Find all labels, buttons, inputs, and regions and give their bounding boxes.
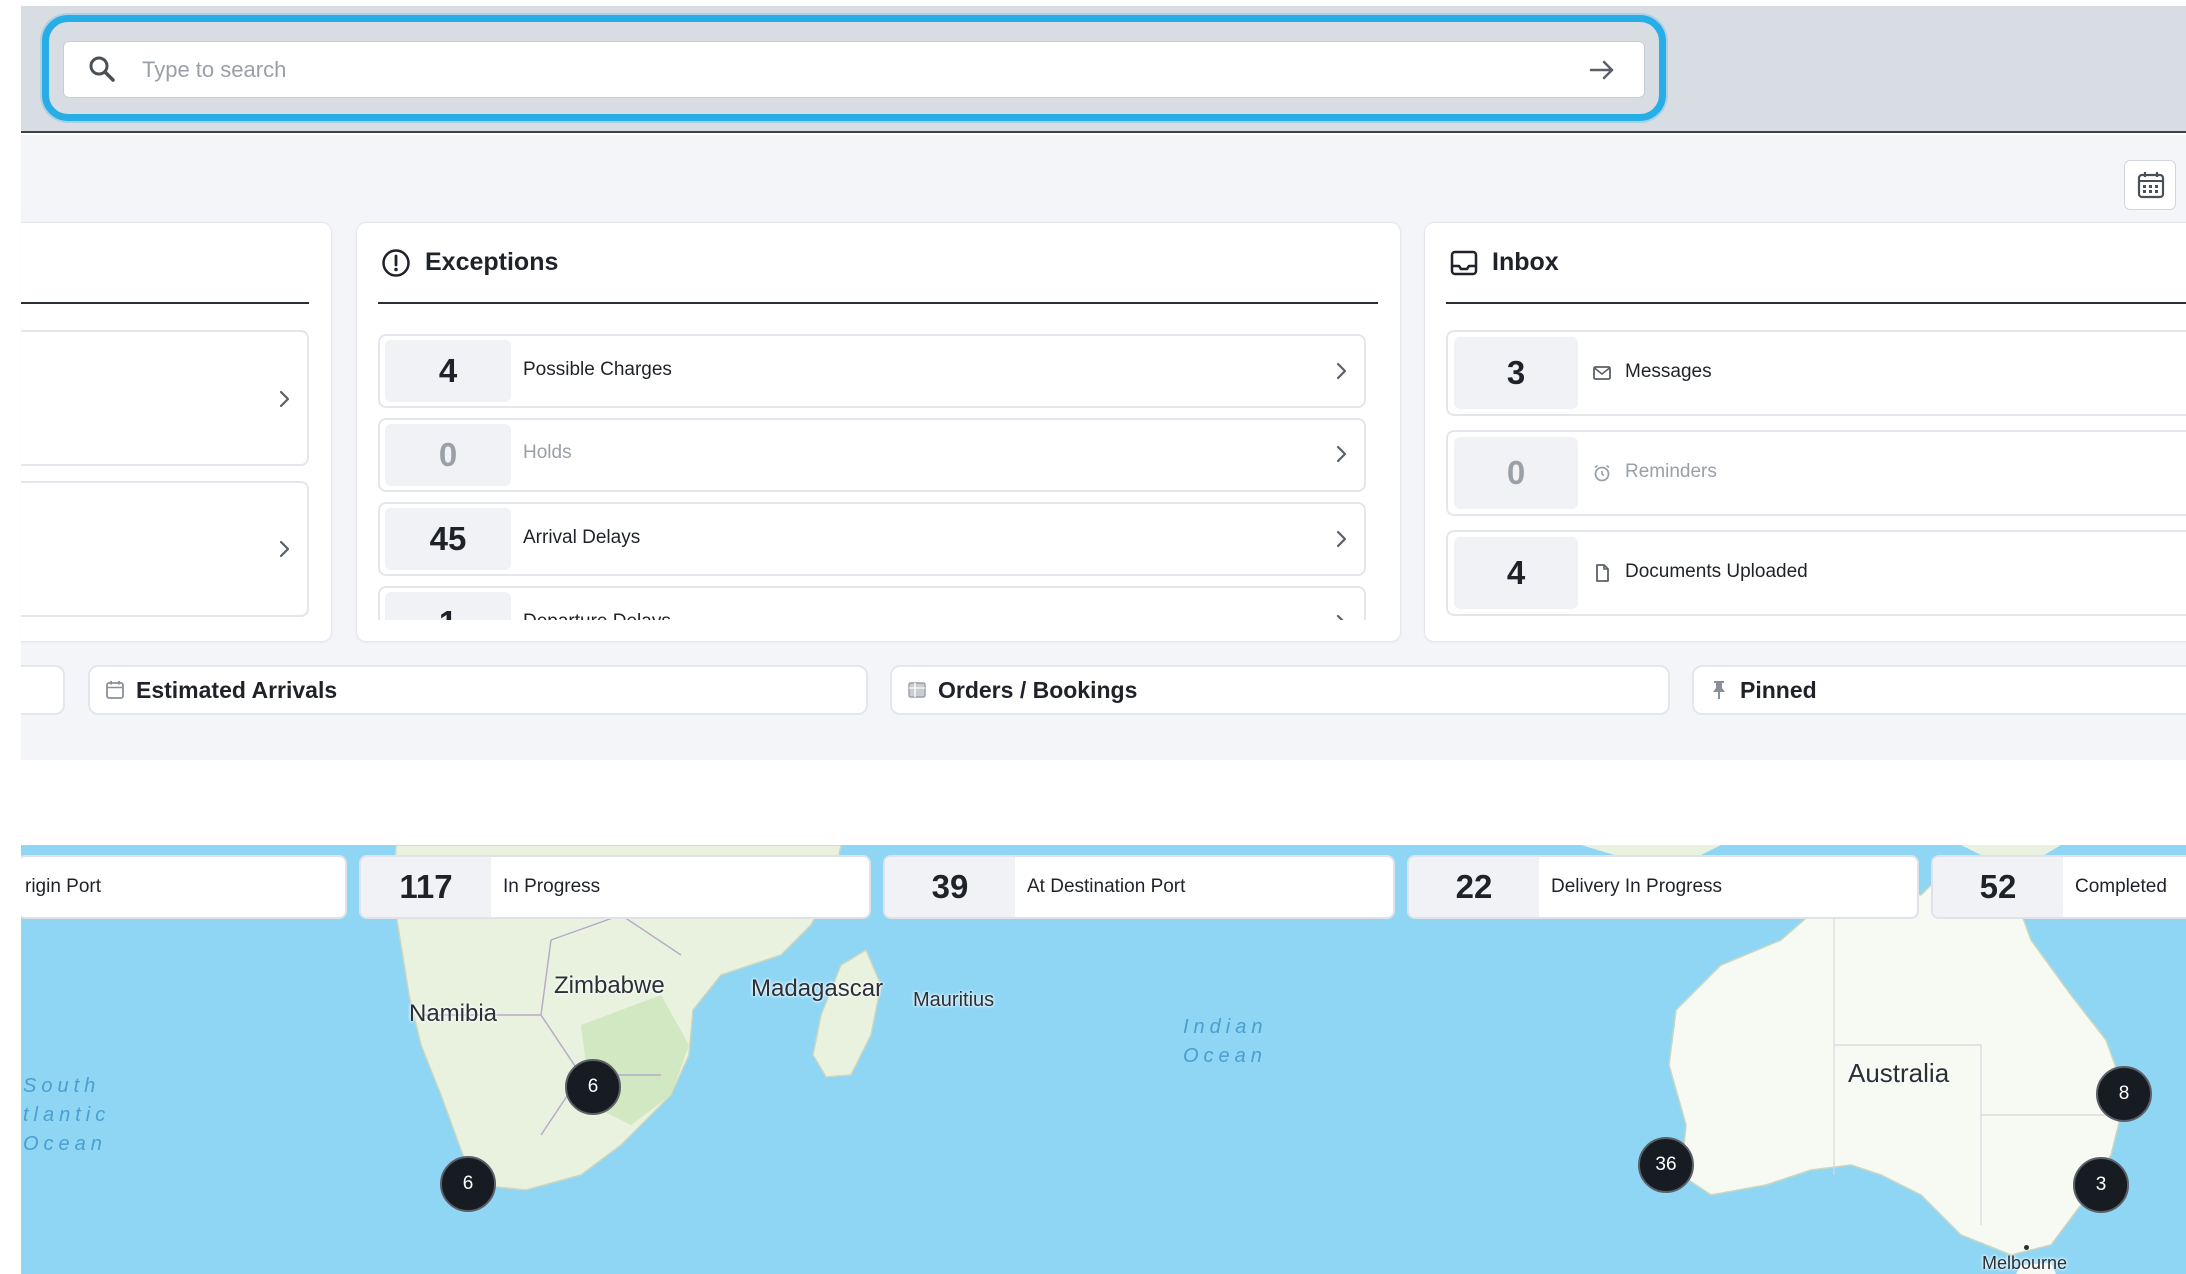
tab-label: Orders / Bookings [938, 676, 1138, 703]
exceptions-title: Exceptions [425, 248, 559, 276]
exception-label: Arrival Delays [523, 527, 641, 548]
status-label: rigin Port [25, 876, 102, 897]
status-label: Completed [2075, 876, 2167, 897]
exception-label: Possible Charges [523, 359, 672, 380]
inbox-title: Inbox [1492, 248, 1559, 276]
search-icon [86, 53, 118, 85]
exception-count: 4 [385, 340, 511, 402]
inbox-label: Reminders [1625, 461, 1717, 482]
inbox-rule [1446, 302, 2186, 304]
map-label-zimbabwe: Zimbabwe [554, 972, 665, 999]
calendar-icon [2137, 172, 2165, 199]
calendar-icon [106, 681, 124, 699]
table-icon [908, 682, 926, 698]
exceptions-scroll-clip: 1 Departure Delays [378, 586, 1366, 620]
left-card-row-2[interactable] [21, 481, 309, 617]
map-cluster-marker[interactable]: 3 [2073, 1157, 2129, 1213]
ocean-label-south-atlantic: South tlantic Ocean [23, 1072, 110, 1159]
chevron-right-icon [279, 540, 290, 558]
exception-label: Holds [523, 442, 572, 463]
alert-circle-icon [382, 249, 410, 277]
status-card-at-destination-port[interactable]: 39 At Destination Port [883, 855, 1395, 919]
status-label: In Progress [503, 876, 601, 897]
ocean-label-line: Indian [1183, 1016, 1268, 1038]
status-card-completed[interactable]: 52 Completed [1931, 855, 2186, 919]
status-count: 117 [361, 857, 491, 917]
ocean-label-line: Ocean [1183, 1045, 1267, 1067]
status-count: 39 [885, 857, 1015, 917]
tab-pinned[interactable]: Pinned [1692, 665, 2186, 715]
status-card-in-progress[interactable]: 117 In Progress [359, 855, 871, 919]
tab-partial-left[interactable] [21, 665, 65, 715]
status-count: 22 [1409, 857, 1539, 917]
melbourne-dot [2024, 1245, 2029, 1250]
envelope-icon [1593, 366, 1611, 380]
pin-icon [1713, 681, 1725, 699]
left-card-rule [21, 302, 309, 304]
status-label: Delivery In Progress [1551, 876, 1723, 897]
map-label-mauritius: Mauritius [913, 989, 995, 1011]
alarm-clock-icon [1594, 464, 1610, 482]
shipments-map[interactable]: Zimbabwe Namibia Madagascar Mauritius Au… [21, 845, 2186, 1274]
exception-count: 0 [385, 424, 511, 486]
left-card-row-1[interactable] [21, 330, 309, 466]
status-count: 52 [1933, 857, 2063, 917]
chevron-right-icon [1336, 362, 1347, 380]
ocean-label-line: South [23, 1075, 101, 1097]
tab-estimated-arrivals[interactable]: Estimated Arrivals [88, 665, 868, 715]
document-icon [1596, 564, 1609, 582]
chevron-right-icon [1336, 614, 1344, 620]
exception-label: Departure Delays [523, 611, 671, 620]
map-label-namibia: Namibia [409, 1000, 498, 1027]
calendar-button[interactable] [2124, 160, 2176, 210]
map-cluster-marker[interactable]: 36 [1638, 1137, 1694, 1193]
chevron-right-icon [279, 390, 290, 408]
map-cluster-marker[interactable]: 8 [2096, 1066, 2152, 1122]
chevron-right-icon [1336, 530, 1347, 548]
search-input[interactable] [140, 50, 1560, 90]
tab-orders-bookings[interactable]: Orders / Bookings [890, 665, 1670, 715]
map-label-australia: Australia [1848, 1058, 1950, 1088]
exceptions-rule [378, 302, 1378, 304]
map-cluster-marker[interactable]: 6 [565, 1059, 621, 1115]
status-card-at-origin-port[interactable]: rigin Port [21, 855, 347, 919]
map-cluster-marker[interactable]: 6 [440, 1156, 496, 1212]
search-submit-arrow-icon[interactable] [1585, 53, 1619, 87]
map-label-madagascar: Madagascar [751, 975, 884, 1002]
exception-count: 45 [385, 508, 511, 570]
inbox-tray-icon [1450, 250, 1478, 276]
ocean-label-indian: Indian Ocean [1183, 1013, 1268, 1071]
inbox-count: 0 [1454, 437, 1578, 509]
exception-count: 1 [385, 592, 511, 620]
tab-label: Pinned [1740, 676, 1817, 703]
ocean-label-line: Ocean [23, 1133, 107, 1155]
inbox-count: 4 [1454, 537, 1578, 609]
inbox-label: Documents Uploaded [1625, 561, 1808, 582]
inbox-label: Messages [1625, 361, 1712, 382]
status-label: At Destination Port [1027, 876, 1186, 897]
tab-label: Estimated Arrivals [136, 676, 338, 703]
map-label-melbourne: Melbourne [1982, 1253, 2068, 1273]
ocean-label-line: tlantic [23, 1104, 111, 1126]
chevron-right-icon [1336, 445, 1347, 463]
status-card-delivery-in-progress[interactable]: 22 Delivery In Progress [1407, 855, 1919, 919]
inbox-count: 3 [1454, 337, 1578, 409]
